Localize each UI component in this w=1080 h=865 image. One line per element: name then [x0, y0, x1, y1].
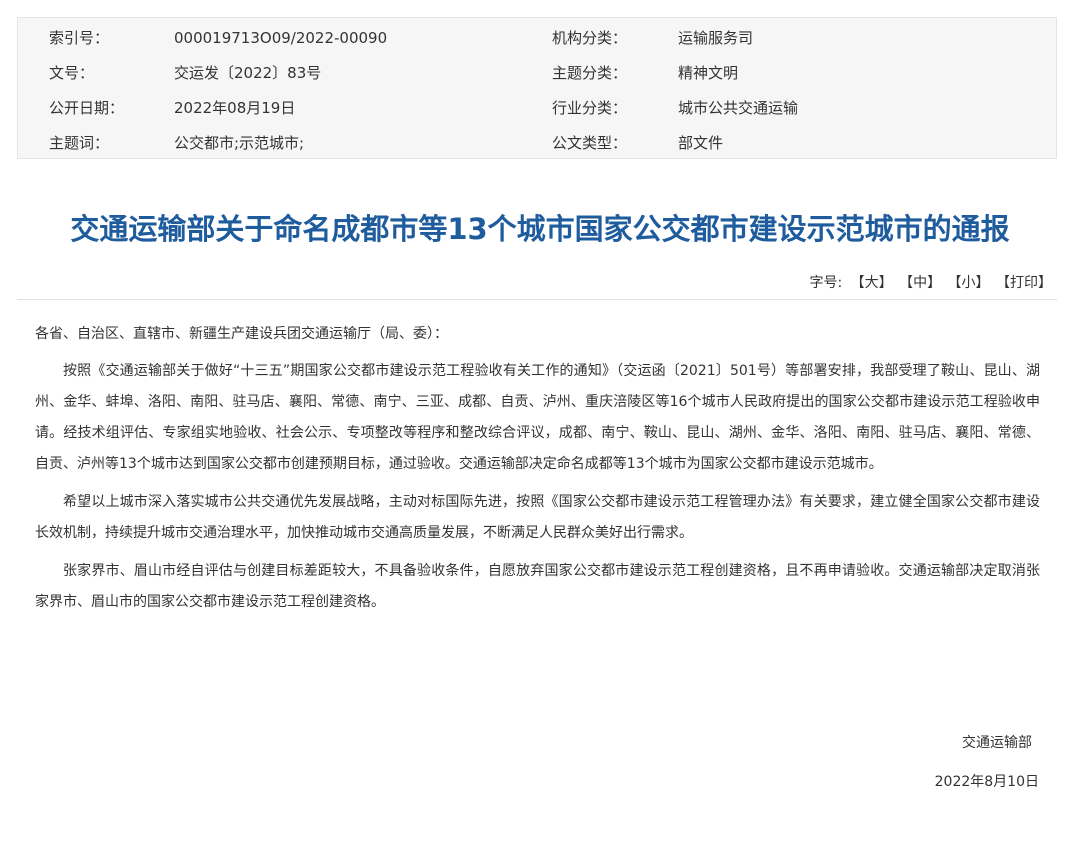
metadata-row-keywords: 主题词： 公交都市;示范城市; 公文类型： 部文件	[18, 126, 1056, 161]
document-title: 交通运输部关于命名成都市等13个城市国家公交都市建设示范城市的通报	[70, 212, 1010, 246]
org-category-value: 运输服务司	[678, 29, 754, 47]
keywords-label: 主题词：	[49, 134, 110, 152]
font-medium-button[interactable]: 【中】	[899, 275, 941, 291]
font-size-label: 字号:	[809, 275, 843, 291]
print-button[interactable]: 【打印】	[996, 275, 1052, 291]
title-divider	[17, 299, 1057, 300]
industry-category-label: 行业分类：	[552, 99, 628, 117]
body-paragraph-3: 张家界市、眉山市经自评估与创建目标差距较大，不具备验收条件，自愿放弃国家公交都市…	[35, 563, 1040, 610]
document-type-label: 公文类型：	[552, 134, 628, 152]
publish-date-value: 2022年08月19日	[174, 99, 296, 117]
document-number-value: 交运发〔2022〕83号	[174, 64, 322, 82]
signature-organization: 交通运输部	[962, 735, 1032, 751]
font-small-button[interactable]: 【小】	[948, 275, 990, 291]
body-paragraph-2: 希望以上城市深入落实城市公共交通优先发展战略，主动对标国际先进，按照《国家公交都…	[35, 494, 1040, 541]
metadata-panel: 索引号： 000019713O09/2022-00090 机构分类： 运输服务司…	[17, 17, 1057, 159]
document-number-label: 文号：	[49, 64, 95, 82]
document-type-value: 部文件	[678, 134, 724, 152]
metadata-row-date: 公开日期： 2022年08月19日 行业分类： 城市公共交通运输	[18, 91, 1056, 126]
metadata-row-index: 索引号： 000019713O09/2022-00090 机构分类： 运输服务司	[18, 21, 1056, 56]
org-category-label: 机构分类：	[552, 29, 628, 47]
keywords-value: 公交都市;示范城市;	[174, 134, 305, 152]
publish-date-label: 公开日期：	[49, 99, 125, 117]
body-paragraph-1: 按照《交通运输部关于做好“十三五”期国家公交都市建设示范工程验收有关工作的通知》…	[35, 363, 1040, 472]
topic-category-value: 精神文明	[678, 64, 739, 82]
signature-date: 2022年8月10日	[934, 774, 1039, 790]
salutation: 各省、自治区、直辖市、新疆生产建设兵团交通运输厅（局、委）：	[35, 326, 448, 342]
document-body: 各省、自治区、直辖市、新疆生产建设兵团交通运输厅（局、委）： 按照《交通运输部关…	[35, 319, 1040, 625]
index-number-value: 000019713O09/2022-00090	[174, 29, 388, 47]
font-large-button[interactable]: 【大】	[851, 275, 893, 291]
industry-category-value: 城市公共交通运输	[678, 99, 799, 117]
font-size-toolbar: 字号: 【大】 【中】 【小】 【打印】	[809, 271, 1052, 295]
topic-category-label: 主题分类：	[552, 64, 628, 82]
index-number-label: 索引号：	[49, 29, 110, 47]
metadata-row-docnum: 文号： 交运发〔2022〕83号 主题分类： 精神文明	[18, 56, 1056, 91]
